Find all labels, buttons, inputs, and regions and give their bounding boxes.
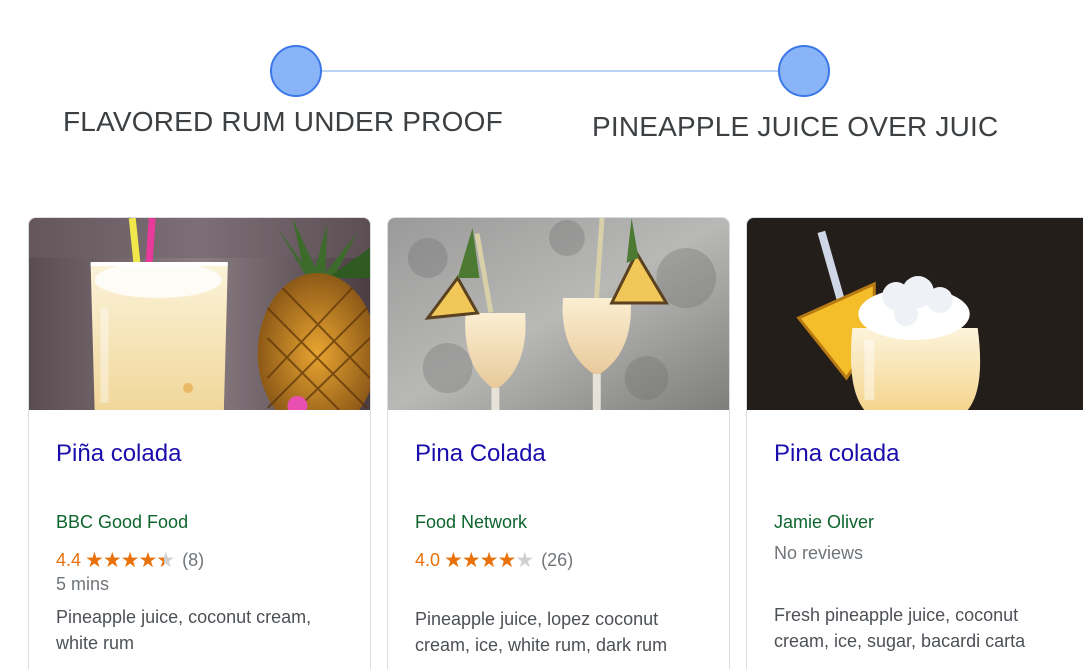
star-rating-icon: ★★★★★ [444, 548, 534, 572]
recipe-image-2[interactable] [388, 218, 729, 410]
ingredients-text: Pineapple juice, lopez coconut cream, ic… [415, 609, 668, 655]
rating-value: 4.0 [415, 549, 441, 570]
recipe-image-3[interactable] [747, 218, 1083, 410]
stepper-connector [296, 70, 806, 72]
rating-row: 4.0 ★★★★★ (26) [415, 547, 573, 573]
recipe-source: BBC Good Food [56, 512, 189, 532]
prep-time: 5 mins [56, 574, 110, 594]
step-dot-2[interactable] [778, 45, 830, 97]
recipe-image-1[interactable] [29, 218, 370, 410]
recipe-card-2[interactable]: Pina Colada Food Network 4.0 ★★★★★ (26) … [387, 217, 730, 669]
star-rating-icon: ★★★★★★ [85, 548, 175, 572]
recipe-results-page: FLAVORED RUM UNDER PROOF PINEAPPLE JUICE… [0, 0, 1083, 669]
recipe-card-1[interactable]: Piña colada BBC Good Food 4.4 ★★★★★★ (8)… [28, 217, 371, 669]
rating-row: 4.4 ★★★★★★ (8) [56, 547, 204, 573]
review-count: (26) [541, 549, 574, 570]
recipe-source: Jamie Oliver [774, 512, 875, 532]
no-reviews-text: No reviews [774, 543, 864, 563]
ingredients-text: Fresh pineapple juice, coconut cream, ic… [774, 605, 1026, 651]
step-label-2[interactable]: PINEAPPLE JUICE OVER JUIC [592, 111, 998, 143]
recipe-title[interactable]: Pina colada [774, 440, 899, 468]
ingredients-text: Pineapple juice, coconut cream, white ru… [56, 607, 312, 653]
recipe-title[interactable]: Pina Colada [415, 440, 546, 468]
rating-value: 4.4 [56, 549, 82, 570]
recipe-source: Food Network [415, 512, 528, 532]
recipe-title[interactable]: Piña colada [56, 440, 181, 468]
step-label-1[interactable]: FLAVORED RUM UNDER PROOF [63, 106, 503, 138]
step-dot-1[interactable] [270, 45, 322, 97]
review-count: (8) [182, 549, 205, 570]
recipe-card-3[interactable]: Pina colada Jamie Oliver No reviews Fres… [746, 217, 1083, 669]
